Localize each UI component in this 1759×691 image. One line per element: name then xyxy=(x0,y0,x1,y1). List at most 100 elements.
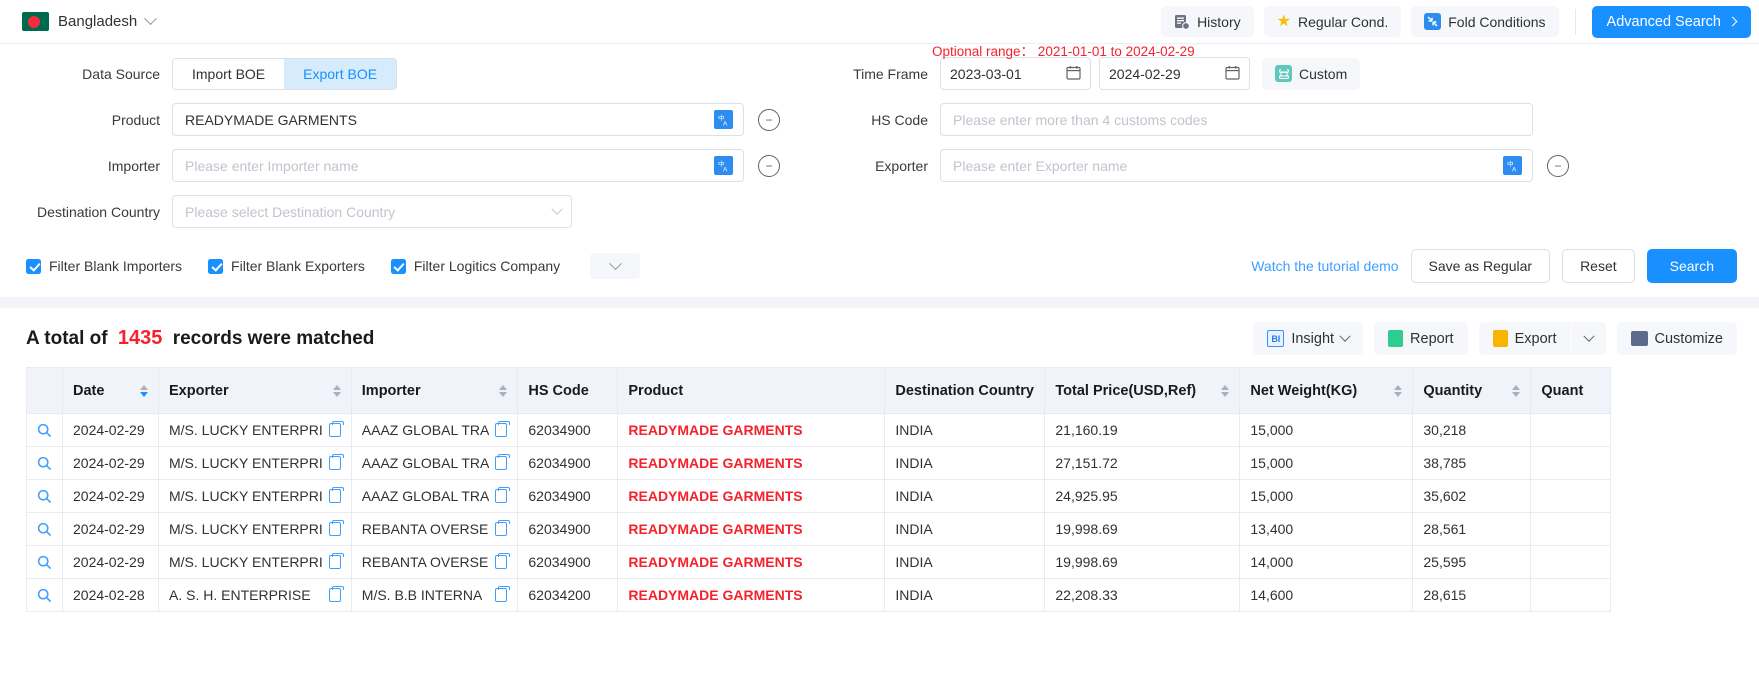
export-button[interactable]: Export xyxy=(1479,322,1571,355)
importer-minus-circle-icon[interactable]: − xyxy=(758,155,780,177)
hs-code-field[interactable] xyxy=(940,103,1533,136)
th-hs-code: HS Code xyxy=(518,368,618,414)
destination-country-select[interactable] xyxy=(172,195,572,228)
copy-icon[interactable] xyxy=(495,489,507,503)
results-suffix: records were matched xyxy=(173,328,375,349)
copy-icon[interactable] xyxy=(329,489,341,503)
table-row[interactable]: 2024-02-29M/S. LUCKY ENTERPRIREBANTA OVE… xyxy=(27,513,1611,546)
importer-field[interactable]: 中A xyxy=(172,149,744,182)
search-button[interactable]: Search xyxy=(1647,249,1737,283)
filter-blank-exporters-label: Filter Blank Exporters xyxy=(231,258,365,274)
table-row[interactable]: 2024-02-29M/S. LUCKY ENTERPRIAAAZ GLOBAL… xyxy=(27,480,1611,513)
search-detail-icon[interactable] xyxy=(37,456,52,471)
row-detail-cell[interactable] xyxy=(27,579,63,612)
row-detail-cell[interactable] xyxy=(27,480,63,513)
data-source-option-export[interactable]: Export BOE xyxy=(284,59,396,89)
cell-total-price: 24,925.95 xyxy=(1045,480,1240,513)
sort-toggle-net-weight[interactable] xyxy=(1394,385,1402,397)
copy-icon[interactable] xyxy=(495,555,507,569)
th-detail xyxy=(27,368,63,414)
cell-date: 2024-02-29 xyxy=(63,447,159,480)
hs-code-input[interactable] xyxy=(951,111,1522,129)
exporter-field[interactable]: 中A xyxy=(940,149,1533,182)
translate-icon[interactable]: 中A xyxy=(714,110,733,129)
copy-icon[interactable] xyxy=(495,456,507,470)
filter-blank-importers-checkbox[interactable]: Filter Blank Importers xyxy=(26,258,182,274)
table-row[interactable]: 2024-02-28A. S. H. ENTERPRISEM/S. B.B IN… xyxy=(27,579,1611,612)
exporter-minus-circle-icon[interactable]: − xyxy=(1547,155,1569,177)
table-row[interactable]: 2024-02-29M/S. LUCKY ENTERPRIREBANTA OVE… xyxy=(27,546,1611,579)
filter-logistics-company-checkbox[interactable]: Filter Logitics Company xyxy=(391,258,560,274)
copy-icon[interactable] xyxy=(329,588,341,602)
report-button[interactable]: Report xyxy=(1374,322,1468,355)
th-importer[interactable]: Importer xyxy=(351,368,518,414)
product-input[interactable] xyxy=(183,111,708,129)
bangladesh-flag-icon xyxy=(22,12,49,31)
copy-icon[interactable] xyxy=(495,588,507,602)
history-icon xyxy=(1174,14,1190,30)
sort-toggle-total-price[interactable] xyxy=(1221,385,1229,397)
product-minus-circle-icon[interactable]: − xyxy=(758,109,780,131)
regular-cond-button[interactable]: ★ Regular Cond. xyxy=(1264,6,1402,37)
search-detail-icon[interactable] xyxy=(37,423,52,438)
copy-icon[interactable] xyxy=(495,423,507,437)
country-selector[interactable]: Bangladesh xyxy=(22,12,155,31)
sort-toggle-date[interactable] xyxy=(140,385,148,397)
tutorial-demo-link[interactable]: Watch the tutorial demo xyxy=(1251,258,1398,274)
reset-button[interactable]: Reset xyxy=(1562,249,1635,283)
product-field[interactable]: 中A xyxy=(172,103,744,136)
th-quantity[interactable]: Quantity xyxy=(1413,368,1531,414)
cell-exporter: M/S. LUCKY ENTERPRI xyxy=(159,546,352,579)
search-detail-icon[interactable] xyxy=(37,555,52,570)
expand-filters-button[interactable] xyxy=(590,253,640,279)
custom-timeframe-button[interactable]: Custom xyxy=(1262,58,1360,90)
customize-button[interactable]: Customize xyxy=(1617,322,1738,355)
data-source-segmented[interactable]: Import BOE Export BOE xyxy=(172,58,397,90)
cell-quantity-unit xyxy=(1531,546,1611,579)
search-detail-icon[interactable] xyxy=(37,588,52,603)
time-frame-end-input[interactable]: 2024-02-29 xyxy=(1099,57,1250,90)
th-total-price[interactable]: Total Price(USD,Ref) xyxy=(1045,368,1240,414)
copy-icon[interactable] xyxy=(329,555,341,569)
copy-icon[interactable] xyxy=(329,456,341,470)
translate-icon[interactable]: 中A xyxy=(1503,156,1522,175)
row-detail-cell[interactable] xyxy=(27,513,63,546)
history-button[interactable]: History xyxy=(1161,6,1254,37)
th-exporter[interactable]: Exporter xyxy=(159,368,352,414)
copy-icon[interactable] xyxy=(495,522,507,536)
exporter-input[interactable] xyxy=(951,157,1497,175)
row-detail-cell[interactable] xyxy=(27,414,63,447)
cell-product: READYMADE GARMENTS xyxy=(618,480,885,513)
table-row[interactable]: 2024-02-29M/S. LUCKY ENTERPRIAAAZ GLOBAL… xyxy=(27,414,1611,447)
search-detail-icon[interactable] xyxy=(37,522,52,537)
destination-country-input[interactable] xyxy=(183,203,553,221)
cell-hs-code: 62034900 xyxy=(518,480,618,513)
insight-button[interactable]: BI Insight xyxy=(1253,322,1363,355)
cell-total-price: 27,151.72 xyxy=(1045,447,1240,480)
th-net-weight[interactable]: Net Weight(KG) xyxy=(1240,368,1413,414)
sort-toggle-exporter[interactable] xyxy=(333,385,341,397)
save-as-regular-button[interactable]: Save as Regular xyxy=(1411,249,1551,283)
copy-icon[interactable] xyxy=(329,423,341,437)
th-destination-country: Destination Country xyxy=(885,368,1045,414)
table-row[interactable]: 2024-02-29M/S. LUCKY ENTERPRIAAAZ GLOBAL… xyxy=(27,447,1611,480)
time-frame-start-input[interactable]: 2023-03-01 xyxy=(940,57,1091,90)
advanced-search-button[interactable]: Advanced Search xyxy=(1592,6,1751,38)
th-importer-label: Importer xyxy=(362,383,421,399)
exporter-label: Exporter xyxy=(830,158,940,174)
data-source-option-import[interactable]: Import BOE xyxy=(173,59,284,89)
cell-date: 2024-02-29 xyxy=(63,414,159,447)
importer-input[interactable] xyxy=(183,157,708,175)
row-detail-cell[interactable] xyxy=(27,546,63,579)
th-date[interactable]: Date xyxy=(63,368,159,414)
search-detail-icon[interactable] xyxy=(37,489,52,504)
filter-blank-exporters-checkbox[interactable]: Filter Blank Exporters xyxy=(208,258,365,274)
fold-conditions-button[interactable]: Fold Conditions xyxy=(1411,6,1558,37)
export-dropdown-button[interactable] xyxy=(1572,322,1606,355)
sort-toggle-quantity[interactable] xyxy=(1512,385,1520,397)
row-detail-cell[interactable] xyxy=(27,447,63,480)
translate-icon[interactable]: 中A xyxy=(714,156,733,175)
copy-icon[interactable] xyxy=(329,522,341,536)
svg-text:A: A xyxy=(1512,166,1517,173)
sort-toggle-importer[interactable] xyxy=(499,385,507,397)
